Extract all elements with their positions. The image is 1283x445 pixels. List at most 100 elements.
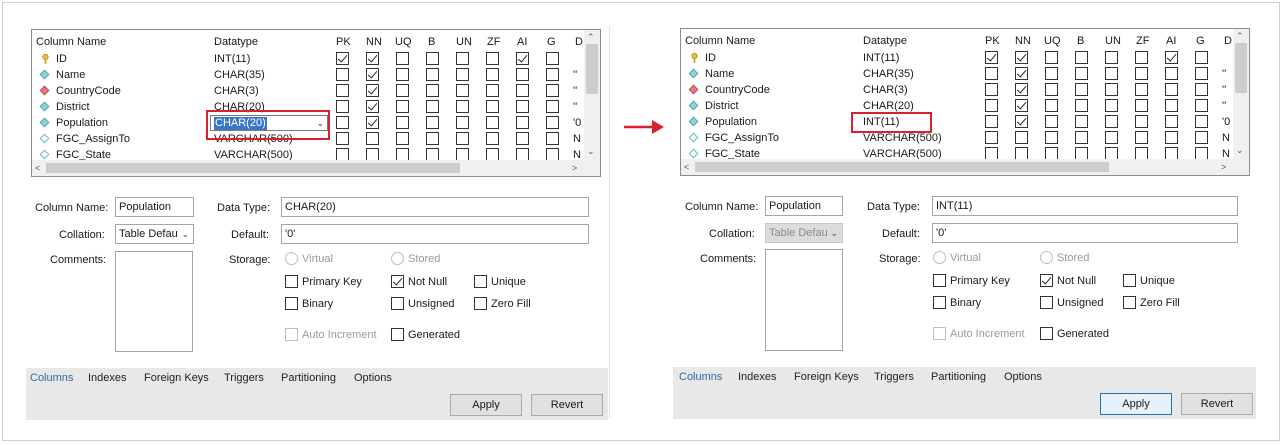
unsigned-checkbox[interactable]	[391, 297, 404, 310]
collation-select[interactable]: Table Defau ⌄	[765, 223, 843, 243]
pk-checkbox[interactable]	[336, 68, 349, 81]
un-checkbox[interactable]	[1105, 67, 1118, 80]
zf-checkbox[interactable]	[486, 116, 499, 129]
nn-checkbox[interactable]	[366, 84, 379, 97]
tab-options[interactable]: Options	[354, 368, 392, 388]
un-checkbox[interactable]	[456, 116, 469, 129]
nn-checkbox[interactable]	[1015, 99, 1028, 112]
tab-columns[interactable]: Columns	[30, 368, 73, 388]
ai-checkbox[interactable]	[1165, 131, 1178, 144]
tab-indexes[interactable]: Indexes	[738, 367, 777, 387]
table-row[interactable]: Name CHAR(35) ''	[681, 66, 1233, 82]
g-checkbox[interactable]	[1195, 67, 1208, 80]
columns-grid[interactable]: Column Name Datatype PK NN UQ B UN ZF AI…	[31, 29, 601, 177]
un-checkbox[interactable]	[1105, 131, 1118, 144]
scroll-up-icon[interactable]: ⌃	[1236, 31, 1244, 41]
g-checkbox[interactable]	[1195, 51, 1208, 64]
primary-key-checkbox[interactable]	[933, 274, 946, 287]
un-checkbox[interactable]	[456, 132, 469, 145]
nn-checkbox[interactable]	[366, 132, 379, 145]
ai-checkbox[interactable]	[516, 52, 529, 65]
tab-triggers[interactable]: Triggers	[874, 367, 914, 387]
nn-checkbox[interactable]	[1015, 115, 1028, 128]
pk-checkbox[interactable]	[985, 99, 998, 112]
pk-checkbox[interactable]	[985, 51, 998, 64]
table-row[interactable]: ID INT(11)	[681, 50, 1233, 66]
table-row[interactable]: Name CHAR(35) ''	[32, 67, 584, 83]
pk-checkbox[interactable]	[336, 84, 349, 97]
g-checkbox[interactable]	[1195, 83, 1208, 96]
ai-checkbox[interactable]	[516, 68, 529, 81]
g-checkbox[interactable]	[1195, 115, 1208, 128]
tab-partitioning[interactable]: Partitioning	[281, 368, 336, 388]
table-row[interactable]: FGC_AssignTo VARCHAR(500) N	[681, 130, 1233, 146]
generated-checkbox[interactable]	[391, 328, 404, 341]
nn-checkbox[interactable]	[1015, 67, 1028, 80]
default-field[interactable]: '0'	[932, 223, 1238, 243]
un-checkbox[interactable]	[1105, 99, 1118, 112]
b-checkbox[interactable]	[426, 116, 439, 129]
scroll-right-icon[interactable]: >	[572, 163, 577, 173]
tab-columns[interactable]: Columns	[679, 367, 722, 387]
uq-checkbox[interactable]	[1045, 67, 1058, 80]
uq-checkbox[interactable]	[1045, 51, 1058, 64]
horizontal-scrollbar[interactable]: < >	[32, 160, 600, 176]
uq-checkbox[interactable]	[396, 52, 409, 65]
pk-checkbox[interactable]	[985, 67, 998, 80]
ai-checkbox[interactable]	[1165, 115, 1178, 128]
ai-checkbox[interactable]	[1165, 83, 1178, 96]
uq-checkbox[interactable]	[396, 68, 409, 81]
collation-select[interactable]: Table Defau ⌄	[115, 224, 194, 244]
un-checkbox[interactable]	[456, 84, 469, 97]
un-checkbox[interactable]	[456, 100, 469, 113]
uq-checkbox[interactable]	[396, 84, 409, 97]
g-checkbox[interactable]	[1195, 99, 1208, 112]
vertical-scroll-thumb[interactable]	[1235, 43, 1247, 93]
tab-indexes[interactable]: Indexes	[88, 368, 127, 388]
g-checkbox[interactable]	[546, 100, 559, 113]
nn-checkbox[interactable]	[1015, 83, 1028, 96]
zero-fill-checkbox[interactable]	[474, 297, 487, 310]
g-checkbox[interactable]	[546, 52, 559, 65]
horizontal-scroll-thumb[interactable]	[695, 162, 1109, 172]
vertical-scroll-thumb[interactable]	[586, 44, 598, 94]
b-checkbox[interactable]	[1075, 131, 1088, 144]
table-row[interactable]: Population INT(11) '0	[681, 114, 1233, 130]
pk-checkbox[interactable]	[336, 52, 349, 65]
apply-button[interactable]: Apply	[1100, 393, 1172, 415]
ai-checkbox[interactable]	[516, 116, 529, 129]
column-name-field[interactable]: Population	[765, 196, 843, 216]
generated-checkbox[interactable]	[1040, 327, 1053, 340]
table-row[interactable]: ID INT(11)	[32, 51, 584, 67]
comments-textarea[interactable]	[115, 251, 193, 352]
zf-checkbox[interactable]	[1135, 131, 1148, 144]
tab-foreign-keys[interactable]: Foreign Keys	[144, 368, 209, 388]
nn-checkbox[interactable]	[366, 52, 379, 65]
tab-triggers[interactable]: Triggers	[224, 368, 264, 388]
ai-checkbox[interactable]	[516, 132, 529, 145]
stored-radio[interactable]	[1040, 251, 1053, 264]
b-checkbox[interactable]	[1075, 51, 1088, 64]
zf-checkbox[interactable]	[486, 84, 499, 97]
horizontal-scroll-thumb[interactable]	[46, 163, 460, 173]
g-checkbox[interactable]	[546, 116, 559, 129]
uq-checkbox[interactable]	[396, 132, 409, 145]
zf-checkbox[interactable]	[486, 68, 499, 81]
b-checkbox[interactable]	[426, 84, 439, 97]
zf-checkbox[interactable]	[1135, 99, 1148, 112]
pk-checkbox[interactable]	[336, 132, 349, 145]
ai-checkbox[interactable]	[1165, 99, 1178, 112]
auto-increment-checkbox[interactable]	[933, 327, 946, 340]
g-checkbox[interactable]	[546, 132, 559, 145]
b-checkbox[interactable]	[1075, 99, 1088, 112]
unique-checkbox[interactable]	[1123, 274, 1136, 287]
ai-checkbox[interactable]	[1165, 67, 1178, 80]
zf-checkbox[interactable]	[1135, 51, 1148, 64]
data-type-field[interactable]: INT(11)	[932, 196, 1238, 216]
scroll-down-icon[interactable]: ⌄	[1236, 145, 1244, 155]
g-checkbox[interactable]	[546, 84, 559, 97]
zero-fill-checkbox[interactable]	[1123, 296, 1136, 309]
pk-checkbox[interactable]	[336, 116, 349, 129]
b-checkbox[interactable]	[1075, 83, 1088, 96]
tab-options[interactable]: Options	[1004, 367, 1042, 387]
